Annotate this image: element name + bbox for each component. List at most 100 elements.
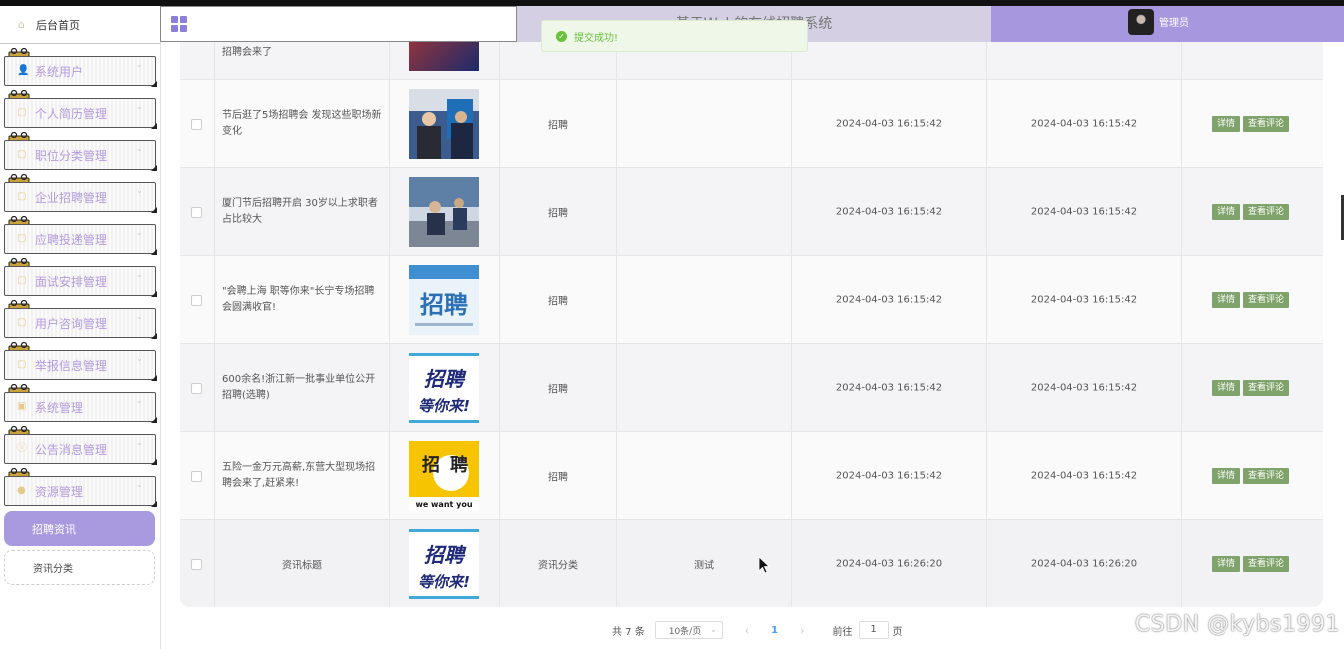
- row-updated-time: 2024-04-03 16:26:20: [1030, 558, 1138, 569]
- row-thumbnail[interactable]: 招聘: [409, 265, 479, 335]
- chevron-down-icon: ⌄: [136, 144, 143, 153]
- row-thumbnail[interactable]: [409, 89, 479, 159]
- sidebar-item-8[interactable]: ▢ 举报信息管理 ⌄: [4, 350, 157, 381]
- chevron-down-icon: ⌄: [136, 480, 143, 489]
- row-thumbnail[interactable]: 招聘 等你来!: [409, 529, 479, 599]
- detail-button[interactable]: 详情: [1212, 555, 1241, 572]
- header-user-area[interactable]: 管理员: [991, 6, 1344, 42]
- row-category: 招聘: [548, 208, 568, 219]
- chevron-down-icon: ⌄: [136, 396, 143, 405]
- sidebar-item-label: 系统用户: [35, 64, 84, 79]
- sidebar-item-11[interactable]: ● 资源管理 ⌄: [4, 476, 157, 507]
- sidebar-item-7[interactable]: ▢ 用户咨询管理 ⌄: [4, 308, 157, 339]
- row-title: 五险一金万元高薪,东营大型现场招聘会来了,赶紧来!: [222, 461, 376, 489]
- sidebar-item-1[interactable]: 👤 系统用户 ⌄: [4, 56, 157, 87]
- menu-grid-icon[interactable]: [171, 16, 187, 32]
- sidebar-item-10[interactable]: ⓘ 公告消息管理 ⌄: [4, 434, 157, 465]
- sidebar-item-5[interactable]: ▢ 应聘投递管理 ⌄: [4, 224, 157, 255]
- row-title: 资讯标题: [282, 560, 322, 571]
- view-comments-button[interactable]: 查看评论: [1243, 467, 1290, 484]
- svg-text:招聘: 招聘: [424, 367, 467, 391]
- sidebar-item-4[interactable]: ▢ 企业招聘管理 ⌄: [4, 182, 157, 213]
- table-row: 厦门节后招聘开启 30岁以上求职者占比较大 招聘 2024-04-03 16:15:…: [180, 168, 1323, 256]
- detail-button[interactable]: 详情: [1212, 115, 1241, 132]
- sub-item-recruit-news[interactable]: 招聘资讯: [4, 511, 155, 546]
- row-title: 厦门节后招聘开启 30岁以上求职者占比较大: [222, 197, 378, 225]
- view-comments-button[interactable]: 查看评论: [1243, 379, 1290, 396]
- chevron-down-icon: ⌄: [136, 312, 143, 321]
- svg-text:聘: 聘: [450, 454, 468, 476]
- view-comments-button[interactable]: 查看评论: [1243, 203, 1290, 220]
- row-category: 招聘: [548, 384, 568, 395]
- row-checkbox[interactable]: [191, 206, 202, 218]
- pagination-total: 共 7 条: [612, 626, 645, 638]
- row-created-time: 2024-04-03 16:15:42: [835, 118, 943, 129]
- svg-text:等你来!: 等你来!: [418, 397, 470, 415]
- sidebar-item-label: 资源管理: [35, 484, 84, 499]
- row-title: 招聘会来了: [222, 47, 272, 58]
- sidebar-home[interactable]: ⌂ 后台首页: [0, 6, 160, 44]
- sub-item-label: 招聘资讯: [32, 522, 76, 536]
- row-checkbox[interactable]: [191, 294, 202, 306]
- news-table: 招聘会来了 节后逛了5场招聘会 发现这些职场新变化 招聘 2024-04-03 16…: [180, 42, 1323, 607]
- row-thumbnail[interactable]: [409, 42, 479, 71]
- view-comments-button[interactable]: 查看评论: [1243, 115, 1290, 132]
- row-title: "会聘上海 职等你来"长宁专场招聘会圆满收官!: [222, 285, 375, 313]
- detail-button[interactable]: 详情: [1212, 467, 1241, 484]
- success-toast: ✓ 提交成功!: [541, 20, 808, 52]
- menu-item-icon: ▣: [17, 401, 27, 412]
- avatar[interactable]: [1128, 9, 1154, 35]
- row-category: 招聘: [548, 120, 568, 131]
- goto-label: 前往: [832, 626, 853, 638]
- detail-button[interactable]: 详情: [1212, 291, 1241, 308]
- menu-item-icon: 👤: [17, 65, 30, 76]
- sidebar-item-label: 企业招聘管理: [35, 190, 108, 205]
- menu-item-icon: ▢: [17, 149, 27, 160]
- page-unit-label: 页: [892, 626, 903, 638]
- row-checkbox[interactable]: [191, 382, 202, 394]
- svg-text:等你来!: 等你来!: [418, 573, 470, 591]
- row-checkbox[interactable]: [191, 558, 202, 570]
- page-number-current[interactable]: 1: [771, 625, 778, 636]
- row-created-time: 2024-04-03 16:15:42: [835, 206, 943, 217]
- row-thumbnail[interactable]: 招聘等你来!: [409, 353, 479, 423]
- sidebar-home-label: 后台首页: [36, 18, 80, 32]
- prev-page-button[interactable]: ‹: [745, 624, 749, 637]
- table-row: 600余名!浙江新一批事业单位公开招聘(选聘) 招聘 等你来! 招聘 2024-04-0…: [180, 344, 1323, 432]
- sub-item-news-category[interactable]: 资讯分类: [4, 550, 155, 585]
- menu-item-icon: ⓘ: [17, 443, 27, 454]
- row-updated-time: 2024-04-03 16:15:42: [1030, 382, 1138, 393]
- sidebar-item-9[interactable]: ▣ 系统管理 ⌄: [4, 392, 157, 423]
- mouse-cursor-icon: [758, 556, 770, 574]
- row-thumbnail[interactable]: [409, 177, 479, 247]
- sidebar-item-6[interactable]: ▢ 面试安排管理 ⌄: [4, 266, 157, 297]
- row-thumbnail[interactable]: 招聘 we want you: [409, 441, 479, 511]
- row-updated-time: 2024-04-03 16:15:42: [1030, 206, 1138, 217]
- pagination: 共 7 条 10条/页 ⌄ ‹ 1 › 前往 1 页: [612, 620, 903, 640]
- toast-message: 提交成功!: [574, 32, 619, 44]
- page-size-select[interactable]: 10条/页 ⌄: [654, 621, 723, 639]
- row-checkbox[interactable]: [191, 118, 202, 130]
- menu-item-icon: ▢: [17, 191, 27, 202]
- user-name: 管理员: [1159, 18, 1189, 29]
- row-created-time: 2024-04-03 16:15:42: [835, 382, 943, 393]
- svg-text:招聘: 招聘: [420, 291, 468, 319]
- goto-page-input[interactable]: 1: [858, 621, 889, 639]
- sidebar-item-label: 面试安排管理: [35, 274, 108, 289]
- sidebar-item-2[interactable]: ▢ 个人简历管理 ⌄: [4, 98, 157, 129]
- detail-button[interactable]: 详情: [1212, 379, 1241, 396]
- row-category: 招聘: [548, 296, 568, 307]
- row-category: 资讯分类: [538, 560, 578, 571]
- chevron-down-icon: ⌄: [136, 60, 143, 69]
- chevron-down-icon: ⌄: [136, 228, 143, 237]
- watermark: CSDN @kybs1991: [1134, 612, 1340, 637]
- menu-item-icon: ▢: [17, 107, 27, 118]
- view-comments-button[interactable]: 查看评论: [1243, 291, 1290, 308]
- sidebar-item-3[interactable]: ▢ 职位分类管理 ⌄: [4, 140, 157, 171]
- view-comments-button[interactable]: 查看评论: [1243, 555, 1290, 572]
- row-checkbox[interactable]: [191, 470, 202, 482]
- detail-button[interactable]: 详情: [1212, 203, 1241, 220]
- row-updated-time: 2024-04-03 16:15:42: [1030, 118, 1138, 129]
- chevron-down-icon: ⌄: [710, 625, 717, 634]
- next-page-button[interactable]: ›: [800, 624, 804, 637]
